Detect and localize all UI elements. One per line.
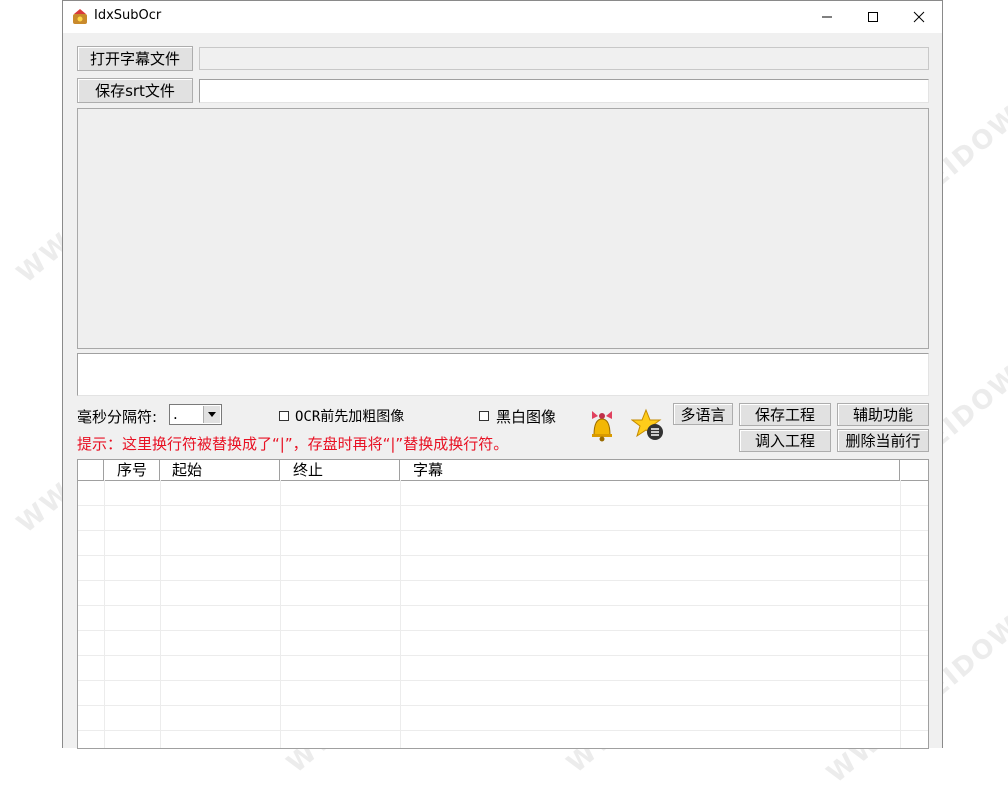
subtitle-image-preview bbox=[77, 108, 929, 349]
table-row[interactable] bbox=[78, 656, 928, 681]
save-project-button[interactable]: 保存工程 bbox=[739, 403, 831, 426]
table-row[interactable] bbox=[78, 506, 928, 531]
ocr-bold-label: OCR前先加粗图像 bbox=[295, 409, 405, 425]
column-header-start[interactable]: 起始 bbox=[160, 460, 280, 480]
app-window: IdxSubOcr 打开字幕文件 保存srt文件 毫秒分隔符: . OCR前先加… bbox=[62, 0, 943, 749]
table-row[interactable] bbox=[78, 556, 928, 581]
maximize-icon bbox=[868, 12, 878, 22]
ms-separator-label: 毫秒分隔符: bbox=[77, 408, 158, 426]
table-row[interactable] bbox=[78, 706, 928, 731]
column-header-end[interactable]: 终止 bbox=[280, 460, 400, 480]
hint-text: 提示：这里换行符被替换成了“|”，存盘时再将“|”替换成换行符。 bbox=[77, 435, 509, 453]
delete-row-button[interactable]: 删除当前行 bbox=[837, 429, 929, 452]
bell-icon[interactable] bbox=[586, 407, 620, 443]
dropdown-button[interactable] bbox=[203, 406, 220, 423]
window-title: IdxSubOcr bbox=[94, 8, 162, 23]
app-icon bbox=[73, 9, 87, 24]
load-project-button[interactable]: 调入工程 bbox=[739, 429, 831, 452]
open-path-field bbox=[199, 47, 929, 70]
open-subtitle-button[interactable]: 打开字幕文件 bbox=[77, 46, 193, 71]
table-row[interactable] bbox=[78, 481, 928, 506]
star-menu-icon[interactable] bbox=[631, 408, 665, 442]
language-button[interactable]: 多语言 bbox=[673, 403, 733, 425]
subtitle-table[interactable]: 序号 起始 终止 字幕 bbox=[77, 459, 929, 749]
ms-separator-value: . bbox=[173, 405, 178, 423]
title-bar[interactable]: IdxSubOcr bbox=[63, 1, 942, 33]
minimize-icon bbox=[822, 16, 832, 18]
ms-separator-select[interactable]: . bbox=[169, 404, 222, 425]
maximize-button[interactable] bbox=[850, 1, 896, 33]
table-row[interactable] bbox=[78, 631, 928, 656]
save-path-field[interactable] bbox=[199, 79, 929, 103]
column-header-select[interactable] bbox=[78, 460, 104, 480]
close-icon bbox=[913, 11, 925, 23]
bw-image-label: 黑白图像 bbox=[496, 408, 557, 426]
column-header-index[interactable]: 序号 bbox=[104, 460, 160, 480]
save-srt-button[interactable]: 保存srt文件 bbox=[77, 78, 193, 103]
table-row[interactable] bbox=[78, 581, 928, 606]
table-row[interactable] bbox=[78, 681, 928, 706]
bw-image-checkbox[interactable] bbox=[479, 411, 489, 421]
column-header-subtitle[interactable]: 字幕 bbox=[400, 460, 900, 480]
table-row[interactable] bbox=[78, 531, 928, 556]
close-button[interactable] bbox=[896, 1, 942, 33]
ocr-text-field[interactable] bbox=[77, 353, 929, 396]
table-header: 序号 起始 终止 字幕 bbox=[78, 460, 928, 481]
ocr-bold-checkbox[interactable] bbox=[279, 411, 289, 421]
chevron-down-icon bbox=[208, 412, 216, 417]
table-row[interactable] bbox=[78, 606, 928, 631]
aux-function-button[interactable]: 辅助功能 bbox=[837, 403, 929, 426]
minimize-button[interactable] bbox=[804, 1, 850, 33]
